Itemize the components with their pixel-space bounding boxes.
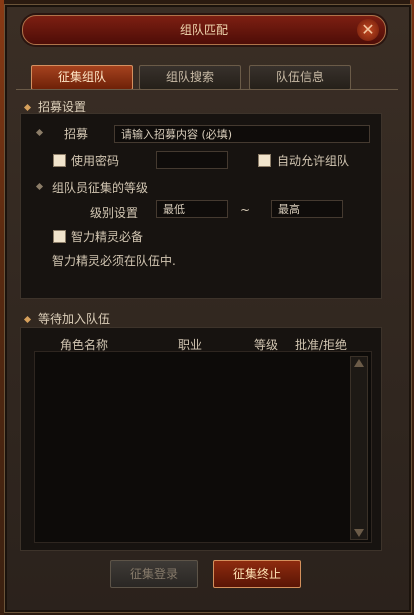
password-label: 使用密码 [71, 154, 120, 168]
level-header: 组队员征集的等级 [52, 181, 149, 195]
waiting-list-title: 等待加入队伍 [38, 312, 111, 326]
level-separator: ~ [240, 203, 251, 217]
level-max-field[interactable]: 最高 [271, 200, 343, 218]
register-button[interactable]: 征集登录 [110, 560, 198, 588]
window-title: 组队匹配 [179, 23, 228, 37]
waiting-list[interactable] [34, 351, 372, 543]
auto-accept-label: 自动允许组队 [277, 154, 350, 168]
spirit-note: 智力精灵必须在队伍中. [52, 254, 176, 268]
scroll-up-icon[interactable] [354, 359, 364, 367]
end-recruit-button[interactable]: 征集终止 [213, 560, 301, 588]
recruit-input[interactable]: 请输入招募内容 (必填) [114, 125, 370, 143]
close-icon[interactable]: ✕ [357, 19, 379, 41]
recruit-label: 招募 [64, 127, 89, 141]
password-checkbox[interactable] [53, 154, 66, 167]
level-min-field[interactable]: 最低 [156, 200, 228, 218]
tab-recruit[interactable]: 征集组队 [31, 65, 133, 90]
password-field[interactable] [156, 151, 228, 169]
scroll-down-icon[interactable] [354, 529, 364, 537]
level-label: 级别设置 [90, 206, 139, 220]
spirit-label: 智力精灵必备 [71, 230, 144, 244]
diamond-icon [23, 315, 32, 324]
recruit-settings-header: 招募设置 [22, 98, 86, 115]
diamond-icon [23, 103, 32, 112]
tab-divider [16, 89, 398, 90]
tab-team-info[interactable]: 队伍信息 [249, 65, 351, 90]
tab-search[interactable]: 组队搜索 [139, 65, 241, 90]
title-bar: 组队匹配 ✕ [22, 15, 386, 45]
recruit-settings-title: 招募设置 [38, 100, 87, 114]
waiting-list-header: 等待加入队伍 [22, 310, 110, 327]
scrollbar[interactable] [350, 356, 368, 540]
auto-accept-checkbox[interactable] [258, 154, 271, 167]
spirit-checkbox[interactable] [53, 230, 66, 243]
